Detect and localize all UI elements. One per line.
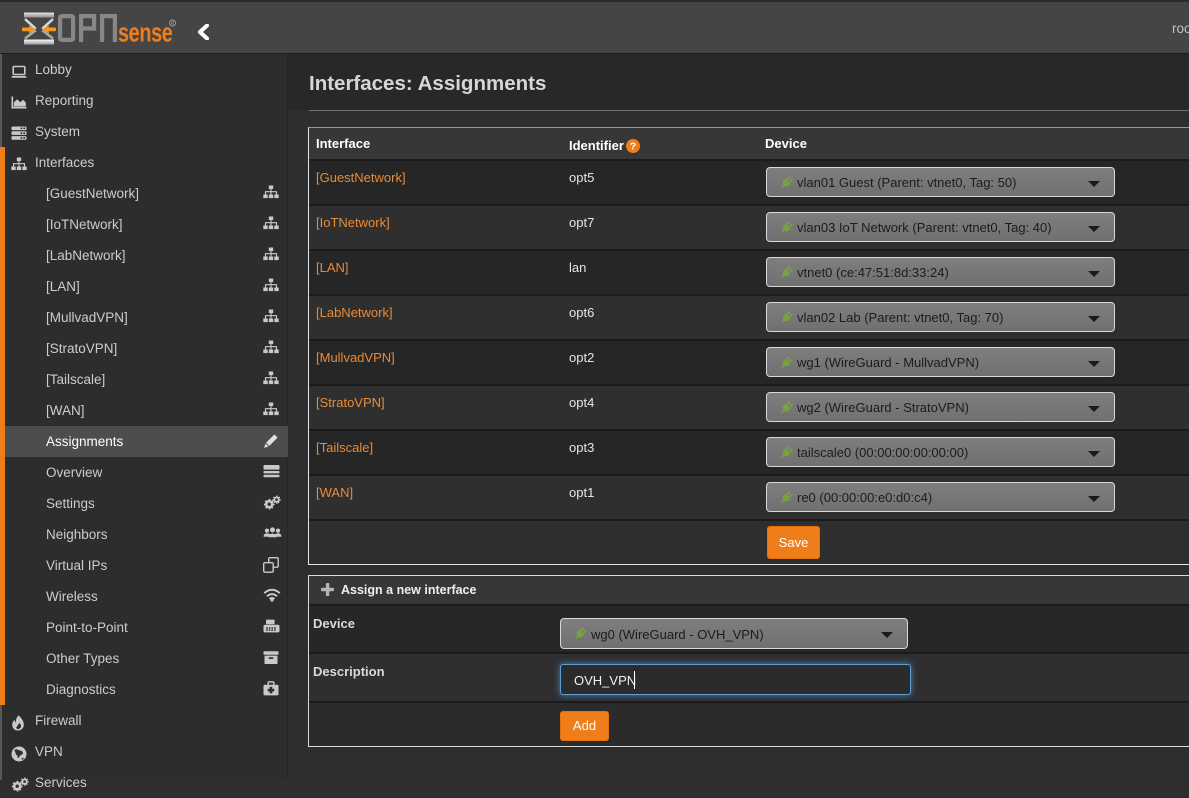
svg-text:sense: sense <box>118 18 173 47</box>
svg-text:R: R <box>171 21 175 27</box>
svg-text:?: ? <box>629 141 635 153</box>
